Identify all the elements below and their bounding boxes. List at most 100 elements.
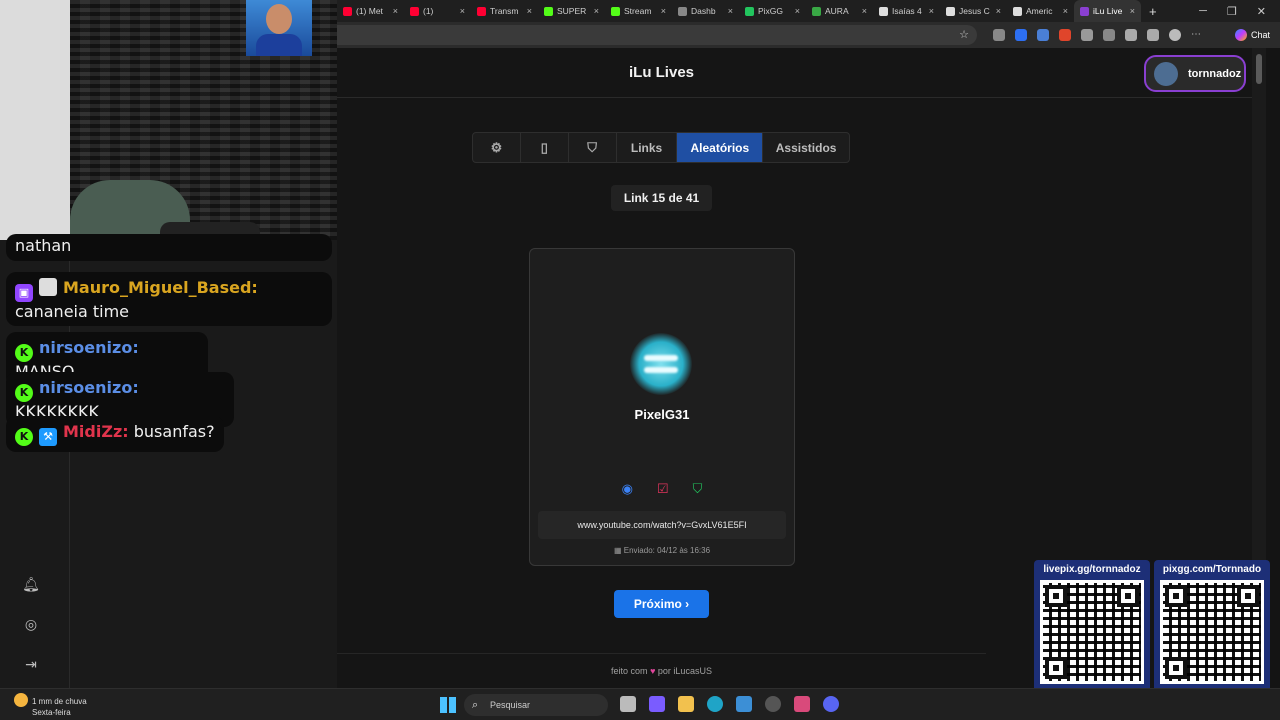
gear-icon[interactable]: ⚙ [473,133,521,162]
tab-links[interactable]: Links [617,133,678,162]
minimize-icon[interactable]: ─ [1199,5,1207,18]
qr-code-icon [1040,580,1144,684]
settings-icon[interactable] [1103,29,1115,41]
copilot-icon [1234,29,1247,41]
browser-tab[interactable]: SUPER × [538,0,605,22]
audio-icon[interactable] [1059,29,1071,41]
restore-icon[interactable]: ❐ [1227,5,1237,18]
app-icon[interactable] [736,696,752,712]
tab-bar: ⚙ ▯ ⛉ Links Aleatórios Assistidos [472,132,850,163]
chat-message: K ⚒ MidiZz: busanfas? [6,416,224,452]
chat-panel: 🔔︎ ◎ ⇥ nathan ▣ Mauro_Miguel_Based: canane… [0,234,337,688]
video-url[interactable]: www.youtube.com/watch?v=GvxLV61E5FI [538,511,786,539]
profile-icon[interactable] [1169,29,1181,41]
weather-widget[interactable]: 1 mm de chuva Sexta-feira [14,693,87,718]
window-controls: ─ ❐ ✕ [1199,5,1280,18]
notification-bell-icon[interactable]: 🔔︎ [22,576,40,594]
close-icon[interactable]: × [795,6,800,16]
tab-favicon-icon [343,6,352,16]
chat-text: cananeia time [15,302,130,321]
close-icon[interactable]: × [393,6,398,16]
logout-icon[interactable]: ⇥ [22,656,40,674]
app-header: iLu Lives tornnadoz [337,48,1266,98]
shield-icon[interactable]: ⛉ [693,481,703,497]
chat-message: ▣ Mauro_Miguel_Based: cananeia time [6,272,332,326]
streaming-app-icon[interactable] [794,696,810,712]
close-icon[interactable]: × [862,6,867,16]
copilot-icon[interactable] [649,696,665,712]
close-icon[interactable]: × [1063,6,1068,16]
calendar-icon: ▦ [613,546,624,555]
edge-icon[interactable] [707,696,723,712]
support-icon[interactable]: ◎ [22,616,40,634]
tab-assistidos[interactable]: Assistidos [763,133,849,162]
browser-tab[interactable]: Isaías 4 × [873,0,940,22]
close-icon[interactable]: × [594,6,599,16]
new-tab-button[interactable]: + [1141,4,1165,19]
app-title: iLu Lives [628,64,695,81]
obs-icon[interactable] [765,696,781,712]
streamer-avatar-image [246,0,312,56]
close-icon[interactable]: × [661,6,666,16]
extensions-bar: ⋯ [993,29,1201,41]
translate-icon[interactable] [1037,29,1049,41]
card-actions: ◉ ☑ ⛉ [530,481,794,497]
screen: (1) Met × (1) × Transm × SUPER × Stream × Dashb × Pi… [0,0,1280,720]
browser-tab[interactable]: (1) × [404,0,471,22]
footer: feito com ♥ por iLucasUS [337,653,986,676]
file-explorer-icon[interactable] [678,696,694,712]
browser-tab[interactable]: Dashb × [672,0,739,22]
address-bar[interactable]: ☆ [337,25,977,45]
chat-username: nirsoenizo: [39,338,139,357]
sent-timestamp: ▦ Enviado: 04/12 às 16:36 [613,546,711,555]
close-window-icon[interactable]: ✕ [1257,5,1266,18]
close-icon[interactable]: × [460,6,465,16]
download-icon[interactable] [1147,29,1159,41]
browser-tab[interactable]: Stream × [605,0,672,22]
tab-favicon-icon [544,6,553,16]
chat-text: nathan [15,236,72,255]
shield-icon[interactable]: ⛉ [569,133,617,162]
discord-icon[interactable] [823,696,839,712]
task-view-icon[interactable] [620,696,636,712]
close-icon[interactable]: × [996,6,1001,16]
tab-favicon-icon [410,6,419,16]
browser-tabstrip: (1) Met × (1) × Transm × SUPER × Stream × Dashb × Pi… [337,0,1280,22]
checkbox-icon[interactable]: ☑ [657,481,669,497]
user-profile-button[interactable]: tornnadoz [1144,55,1246,92]
extensions-puzzle-icon[interactable] [1081,29,1093,41]
close-icon[interactable]: × [728,6,733,16]
favorites-icon[interactable] [1125,29,1137,41]
browser-tab[interactable]: Americ × [1007,0,1074,22]
twitch-icon: ▣ [15,284,33,302]
browser-tab[interactable]: Jesus C × [940,0,1007,22]
chat-username: Mauro_Miguel_Based: [63,278,258,297]
chat-username: nirsoenizo: [39,378,139,397]
more-menu-icon[interactable]: ⋯ [1191,29,1201,41]
heart-icon: ♥ [650,666,656,676]
next-button[interactable]: Próximo › [614,590,709,618]
taskbar-search[interactable]: ⌕ Pesquisar [464,694,608,716]
start-button[interactable] [440,697,456,713]
copilot-chat-button[interactable]: Chat [1234,29,1270,41]
browser-tab[interactable]: AURA × [806,0,873,22]
chat-username: MidiZz: [63,422,129,441]
browser-tab[interactable]: Transm × [471,0,538,22]
close-icon[interactable]: × [929,6,934,16]
browser-tab[interactable]: (1) Met × [337,0,404,22]
tab-favicon-icon [611,6,620,16]
extension-icon[interactable] [993,29,1005,41]
favorite-star-icon[interactable]: ☆ [959,28,969,41]
tab-aleatrios[interactable]: Aleatórios [677,133,764,162]
taskbar-apps [620,696,839,712]
extension-icon[interactable] [1015,29,1027,41]
eye-icon[interactable]: ◉ [622,481,633,497]
close-icon[interactable]: × [527,6,532,16]
close-icon[interactable]: × [1130,6,1135,16]
browser-tab[interactable]: PixGG × [739,0,806,22]
avatar [1154,61,1178,86]
bookmark-icon[interactable]: ▯ [521,133,569,162]
tab-favicon-icon [879,6,888,16]
browser-tab[interactable]: iLu Live × [1074,0,1141,22]
link-counter: Link 15 de 41 [611,185,712,211]
